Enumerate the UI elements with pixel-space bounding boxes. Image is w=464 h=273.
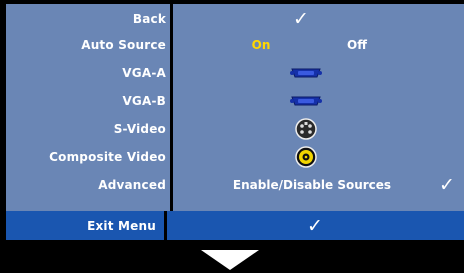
menu-row-vga-a[interactable]: VGA-A xyxy=(6,60,464,86)
vga-connector-icon[interactable] xyxy=(286,60,326,86)
menu-row-vga-b[interactable]: VGA-B xyxy=(6,88,464,114)
menu-row-advanced[interactable]: Advanced Enable/Disable Sources ✓ xyxy=(6,172,464,198)
auto-source-label: Auto Source xyxy=(81,38,166,52)
scroll-down-arrow-icon[interactable] xyxy=(201,250,259,270)
menu-row-back[interactable]: Back ✓ xyxy=(6,6,464,32)
menu-row-composite-video[interactable]: Composite Video xyxy=(6,144,464,170)
enable-disable-sources-option[interactable]: Enable/Disable Sources xyxy=(202,172,422,198)
advanced-label: Advanced xyxy=(98,178,166,192)
osd-menu-panel: Back ✓ Auto Source On Off VGA-A VGA-B S-… xyxy=(6,4,464,240)
auto-source-off-option[interactable]: Off xyxy=(342,32,372,58)
s-video-label: S-Video xyxy=(113,122,166,136)
back-label: Back xyxy=(132,12,166,26)
vga-connector-icon[interactable] xyxy=(286,88,326,114)
composite-video-connector-icon[interactable] xyxy=(291,144,321,170)
vga-a-label: VGA-A xyxy=(122,66,166,80)
menu-row-auto-source[interactable]: Auto Source On Off xyxy=(6,32,464,58)
advanced-check-icon: ✓ xyxy=(439,174,455,196)
menu-row-s-video[interactable]: S-Video xyxy=(6,116,464,142)
auto-source-on-option[interactable]: On xyxy=(246,32,276,58)
s-video-connector-icon[interactable] xyxy=(291,116,321,142)
exit-check-icon[interactable]: ✓ xyxy=(300,211,330,240)
vga-b-label: VGA-B xyxy=(122,94,166,108)
exit-menu-row[interactable]: Exit Menu ✓ xyxy=(6,211,464,240)
composite-video-label: Composite Video xyxy=(49,150,166,164)
exit-row-divider xyxy=(164,211,167,240)
column-divider xyxy=(170,4,173,240)
back-check-icon[interactable]: ✓ xyxy=(286,6,316,32)
exit-menu-label: Exit Menu xyxy=(87,218,156,233)
